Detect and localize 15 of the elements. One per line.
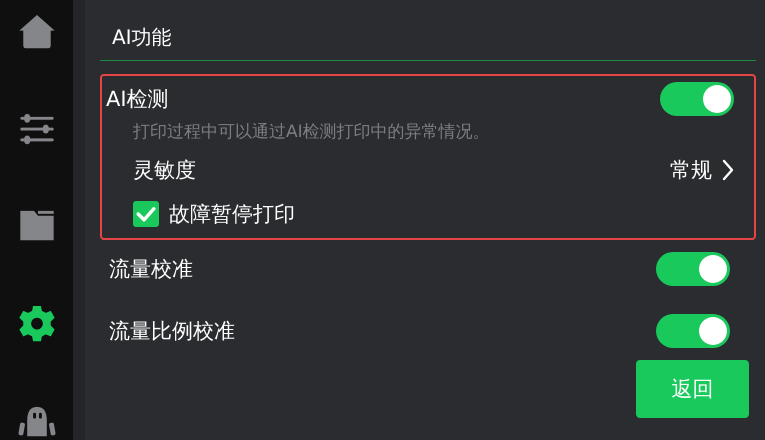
settings-icon[interactable]: [16, 304, 56, 343]
toggle-switch[interactable]: [656, 252, 730, 286]
setting-label: 灵敏度: [133, 157, 196, 184]
setting-label: 流量校准: [109, 256, 193, 283]
toggle-switch[interactable]: [660, 82, 734, 116]
setting-label: AI检测: [106, 86, 169, 113]
toggle-switch[interactable]: [656, 314, 730, 348]
setting-label: 流量比例校准: [109, 318, 235, 345]
section-title: AI功能: [112, 24, 172, 50]
checkbox[interactable]: [133, 201, 159, 227]
setting-value: 常规: [670, 157, 712, 184]
chevron-right-icon: [722, 159, 734, 181]
setting-description: 打印过程中可以通过AI检测打印中的异常情况。: [132, 121, 491, 144]
checkbox-label: 故障暂停打印: [169, 201, 295, 228]
sensitivity-row[interactable]: 灵敏度 常规: [106, 156, 734, 184]
